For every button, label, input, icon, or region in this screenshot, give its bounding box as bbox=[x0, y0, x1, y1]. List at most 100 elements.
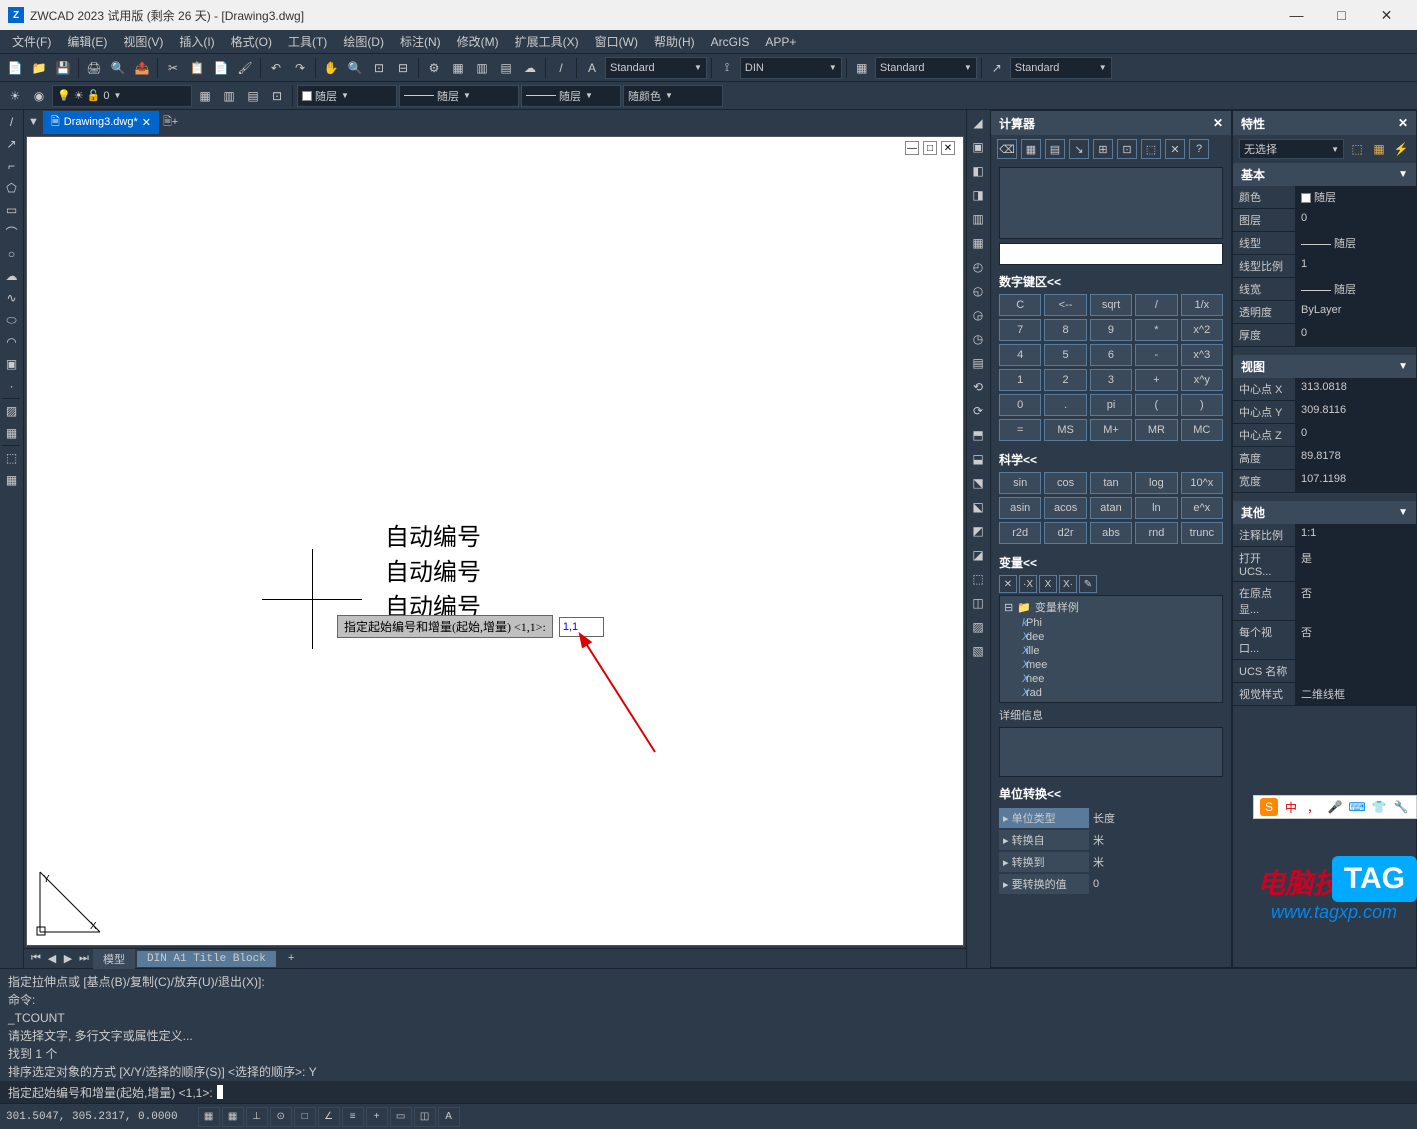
props-group-header[interactable]: 其他▼ bbox=[1233, 501, 1416, 524]
modify-tool-icon[interactable]: ⬒ bbox=[967, 424, 989, 446]
sci-key[interactable]: atan bbox=[1090, 497, 1132, 519]
sci-key[interactable]: trunc bbox=[1181, 522, 1223, 544]
calc-key[interactable]: pi bbox=[1090, 394, 1132, 416]
lineweight-dropdown[interactable]: 随层▼ bbox=[521, 85, 621, 107]
drawing-canvas[interactable]: — □ ✕ 自动编号 自动编号 自动编号 指定起始编号和增量(起始,增量) <1… bbox=[26, 136, 964, 946]
menu-window[interactable]: 窗口(W) bbox=[587, 30, 646, 53]
menu-tools[interactable]: 工具(T) bbox=[280, 30, 335, 53]
copy-icon[interactable]: 📋 bbox=[186, 57, 208, 79]
var-tool-icon[interactable]: X bbox=[1039, 575, 1057, 593]
collapse-icon[interactable]: ⊟ bbox=[1004, 601, 1013, 614]
prop-value[interactable]: 否 bbox=[1295, 621, 1416, 659]
variables-section-title[interactable]: 变量<< bbox=[999, 550, 1223, 575]
var-name[interactable]: rad bbox=[1026, 687, 1042, 699]
design-center-icon[interactable]: ▦ bbox=[447, 57, 469, 79]
calc-key[interactable]: . bbox=[1044, 394, 1086, 416]
minimize-button[interactable]: — bbox=[1274, 1, 1319, 29]
sci-key[interactable]: tan bbox=[1090, 472, 1132, 494]
dim-style-icon[interactable]: ⟟ bbox=[716, 57, 738, 79]
layer-manager-icon[interactable]: ☀ bbox=[4, 85, 26, 107]
layout-tab[interactable]: DIN A1 Title Block bbox=[137, 951, 276, 967]
ime-tool-icon[interactable]: 🔧 bbox=[1392, 798, 1410, 816]
maximize-button[interactable]: □ bbox=[1319, 1, 1364, 29]
calc-key[interactable]: 8 bbox=[1044, 319, 1086, 341]
match-icon[interactable]: 🖌 bbox=[234, 57, 256, 79]
layer-icon[interactable]: ◉ bbox=[28, 85, 50, 107]
menu-modify[interactable]: 修改(M) bbox=[449, 30, 507, 53]
sogou-icon[interactable]: S bbox=[1260, 798, 1278, 816]
calc-key[interactable]: 5 bbox=[1044, 344, 1086, 366]
modify-tool-icon[interactable]: ▥ bbox=[967, 208, 989, 230]
command-history[interactable]: 指定拉伸点或 [基点(B)/复制(C)/放弃(U)/退出(X)]:命令:_TCO… bbox=[0, 969, 1417, 1081]
prop-value[interactable]: 1:1 bbox=[1295, 524, 1416, 546]
modify-tool-icon[interactable]: ◢ bbox=[967, 112, 989, 134]
var-tool-icon[interactable]: ✕ bbox=[999, 575, 1017, 593]
dim-style-dropdown[interactable]: DIN▼ bbox=[740, 57, 842, 79]
new-tab-icon[interactable]: 🗎+ bbox=[163, 113, 178, 132]
ellipse-tool-icon[interactable]: ⬭ bbox=[2, 310, 22, 330]
modify-tool-icon[interactable]: ⬔ bbox=[967, 472, 989, 494]
canvas-close-icon[interactable]: ✕ bbox=[941, 141, 955, 155]
close-tab-icon[interactable]: ✕ bbox=[142, 116, 151, 129]
modify-tool-icon[interactable]: ◶ bbox=[967, 304, 989, 326]
prop-value[interactable]: 否 bbox=[1295, 582, 1416, 620]
sci-key[interactable]: abs bbox=[1090, 522, 1132, 544]
numpad-section-title[interactable]: 数字键区<< bbox=[999, 269, 1223, 294]
ime-punct-icon[interactable]: ， bbox=[1304, 798, 1322, 816]
modify-tool-icon[interactable]: ⟳ bbox=[967, 400, 989, 422]
menu-app[interactable]: APP+ bbox=[757, 30, 804, 53]
document-tab[interactable]: 🗎 Drawing3.dwg* ✕ bbox=[43, 111, 159, 134]
prop-value[interactable]: 0 bbox=[1295, 424, 1416, 446]
hatch-tool-icon[interactable]: ▨ bbox=[2, 401, 22, 421]
prop-value[interactable]: 0 bbox=[1295, 209, 1416, 231]
selection-dropdown[interactable]: 无选择 ▼ bbox=[1239, 139, 1344, 159]
calc-key[interactable]: 9 bbox=[1090, 319, 1132, 341]
tab-dropdown-icon[interactable]: ▼ bbox=[28, 116, 39, 128]
add-layout-tab[interactable]: + bbox=[278, 951, 305, 967]
new-icon[interactable]: 📄 bbox=[4, 57, 26, 79]
undo-icon[interactable]: ↶ bbox=[265, 57, 287, 79]
line-icon[interactable]: / bbox=[550, 57, 572, 79]
ime-keyboard-icon[interactable]: ⌨ bbox=[1348, 798, 1366, 816]
menu-edit[interactable]: 编辑(E) bbox=[59, 30, 115, 53]
sci-key[interactable]: cos bbox=[1044, 472, 1086, 494]
layer-iso-icon[interactable]: ▥ bbox=[218, 85, 240, 107]
first-tab-icon[interactable]: ⏮ bbox=[28, 951, 44, 967]
modify-tool-icon[interactable]: ◪ bbox=[967, 544, 989, 566]
props-group-header[interactable]: 基本▼ bbox=[1233, 163, 1416, 186]
prop-value[interactable]: 309.8116 bbox=[1295, 401, 1416, 423]
modify-tool-icon[interactable]: ⬚ bbox=[967, 568, 989, 590]
table-style-dropdown[interactable]: Standard▼ bbox=[875, 57, 977, 79]
prop-value[interactable]: 89.8178 bbox=[1295, 447, 1416, 469]
sci-key[interactable]: d2r bbox=[1044, 522, 1086, 544]
variables-tree[interactable]: ⊟ 📁 变量样例k PhiX deeX illeX meeX neeX rad bbox=[999, 595, 1223, 703]
prop-value[interactable]: 随层 bbox=[1295, 186, 1416, 208]
unit-row-value[interactable]: 0 bbox=[1089, 876, 1223, 892]
calc-key[interactable]: MC bbox=[1181, 419, 1223, 441]
paste-icon[interactable]: 📄 bbox=[210, 57, 232, 79]
prop-value[interactable]: 107.1198 bbox=[1295, 470, 1416, 492]
props-group-header[interactable]: 视图▼ bbox=[1233, 355, 1416, 378]
prev-tab-icon[interactable]: ◀ bbox=[44, 951, 60, 967]
modify-tool-icon[interactable]: ◫ bbox=[967, 592, 989, 614]
spline-tool-icon[interactable]: ∿ bbox=[2, 288, 22, 308]
modify-tool-icon[interactable]: ▣ bbox=[967, 136, 989, 158]
scientific-section-title[interactable]: 科学<< bbox=[999, 447, 1223, 472]
var-name[interactable]: nee bbox=[1026, 673, 1044, 685]
text-style-dropdown[interactable]: Standard▼ bbox=[605, 57, 707, 79]
modify-tool-icon[interactable]: ◧ bbox=[967, 160, 989, 182]
calc-tool-icon[interactable]: ↘ bbox=[1069, 139, 1089, 159]
layer-tool2-icon[interactable]: ⊡ bbox=[266, 85, 288, 107]
plot-icon[interactable]: 🖨 bbox=[83, 57, 105, 79]
calc-key[interactable]: <-- bbox=[1044, 294, 1086, 316]
ellipse-arc-tool-icon[interactable]: ◠ bbox=[2, 332, 22, 352]
calc-tool-icon[interactable]: ⊞ bbox=[1093, 139, 1113, 159]
calc-key[interactable]: C bbox=[999, 294, 1041, 316]
lwt-toggle[interactable]: ≡ bbox=[342, 1107, 364, 1127]
layer-tool-icon[interactable]: ▤ bbox=[242, 85, 264, 107]
cut-icon[interactable]: ✂ bbox=[162, 57, 184, 79]
calc-key[interactable]: 4 bbox=[999, 344, 1041, 366]
calc-key[interactable]: 7 bbox=[999, 319, 1041, 341]
menu-help[interactable]: 帮助(H) bbox=[646, 30, 703, 53]
xline-tool-icon[interactable]: ↗ bbox=[2, 134, 22, 154]
